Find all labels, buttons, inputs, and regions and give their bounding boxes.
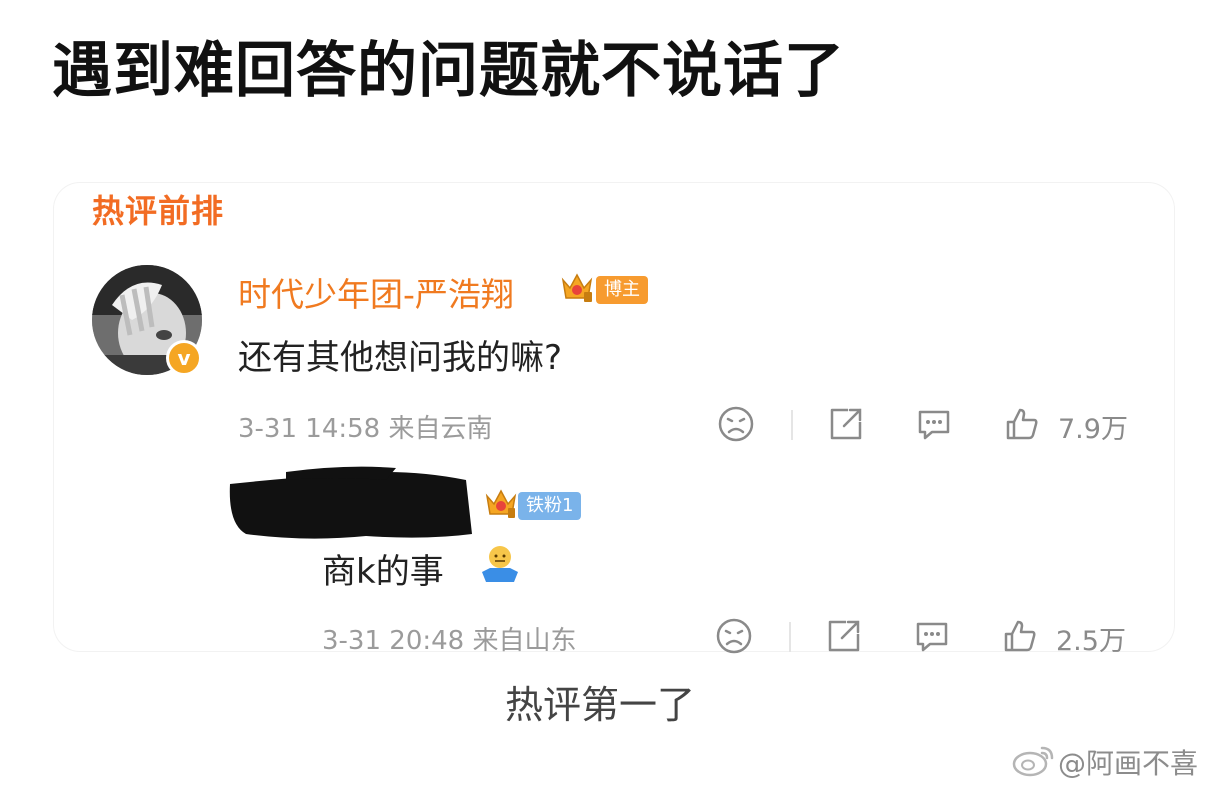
reply-timestamp: 3-31 20:48 来自山东 <box>322 626 577 656</box>
thumbs-up-icon[interactable] <box>1000 616 1040 656</box>
crown-icon <box>485 489 517 518</box>
divider <box>789 622 791 652</box>
like-count: 7.9万 <box>1058 414 1128 445</box>
headline-title: 遇到难回答的问题就不说话了 <box>52 36 845 106</box>
caption: 热评第一了 <box>505 683 696 727</box>
comment-timestamp: 3-31 14:58 来自云南 <box>238 414 493 444</box>
iron-fan-badge: 铁粉1 <box>518 492 582 520</box>
dislike-face-icon[interactable] <box>714 616 754 656</box>
divider <box>791 410 793 440</box>
blogger-badge: 博主 <box>596 276 648 304</box>
shrug-emoji-icon <box>482 546 518 582</box>
comment-icon[interactable] <box>912 616 952 656</box>
verified-icon: v <box>166 340 202 376</box>
comment-text: 还有其他想问我的嘛? <box>238 338 563 378</box>
reply-text: 商k的事 <box>322 552 444 592</box>
comment-icon[interactable] <box>914 404 954 444</box>
comment-username[interactable]: 时代少年团-严浩翔 <box>238 268 514 316</box>
like-count: 2.5万 <box>1056 626 1126 657</box>
crown-icon <box>561 273 593 302</box>
section-title: 热评前排 <box>92 192 225 230</box>
thumbs-up-icon[interactable] <box>1002 404 1042 444</box>
weibo-logo-icon <box>1012 746 1054 777</box>
redacted-username-scribble <box>229 466 472 539</box>
dislike-face-icon[interactable] <box>716 404 756 444</box>
verified-mark: v <box>177 346 191 370</box>
share-icon[interactable] <box>824 616 864 656</box>
share-icon[interactable] <box>826 404 866 444</box>
watermark: @阿画不喜 <box>1058 747 1199 780</box>
